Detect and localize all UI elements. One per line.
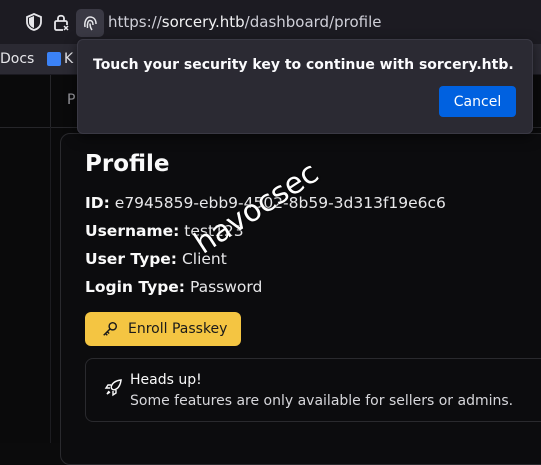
id-label: ID: xyxy=(85,194,110,212)
enroll-passkey-button[interactable]: Enroll Passkey xyxy=(85,312,241,346)
url-prefix: https:// xyxy=(108,13,162,31)
url-host: sorcery.htb xyxy=(161,13,245,31)
popup-message: Touch your security key to continue with… xyxy=(93,57,514,73)
logintype-value: Password xyxy=(189,278,263,296)
cancel-button[interactable]: Cancel xyxy=(439,86,516,117)
address-field[interactable]: https://sorcery.htb/dashboard/profile xyxy=(108,13,382,31)
rocket-icon xyxy=(104,379,122,397)
enroll-label: Enroll Passkey xyxy=(128,321,228,337)
alert-heading: Heads up! xyxy=(130,372,202,388)
usertype-label: User Type: xyxy=(85,250,178,268)
bookmark-k[interactable]: K xyxy=(64,51,73,67)
profile-logintype-row: Login Type: Password xyxy=(85,278,262,296)
browser-url-bar: https://sorcery.htb/dashboard/profile xyxy=(0,0,541,44)
bookmark-docs[interactable]: Docs xyxy=(0,51,34,67)
logintype-label: Login Type: xyxy=(85,278,186,296)
fingerprint-icon xyxy=(84,16,97,31)
username-label: Username: xyxy=(85,222,180,240)
bookmark-icon xyxy=(47,52,61,66)
nav-item-partial[interactable]: P xyxy=(67,92,75,108)
fingerprint-button[interactable] xyxy=(76,9,104,37)
page-title: Profile xyxy=(85,151,170,177)
shield-icon[interactable] xyxy=(24,12,44,32)
key-icon xyxy=(103,321,118,336)
alert-description: Some features are only available for sel… xyxy=(130,393,514,409)
sidebar-divider xyxy=(50,127,51,443)
heads-up-alert: Heads up! Some features are only availab… xyxy=(85,358,541,422)
url-path: /dashboard/profile xyxy=(244,13,382,31)
divider xyxy=(50,75,51,127)
security-key-popup: Touch your security key to continue with… xyxy=(77,39,533,134)
lock-icon[interactable] xyxy=(51,12,71,32)
